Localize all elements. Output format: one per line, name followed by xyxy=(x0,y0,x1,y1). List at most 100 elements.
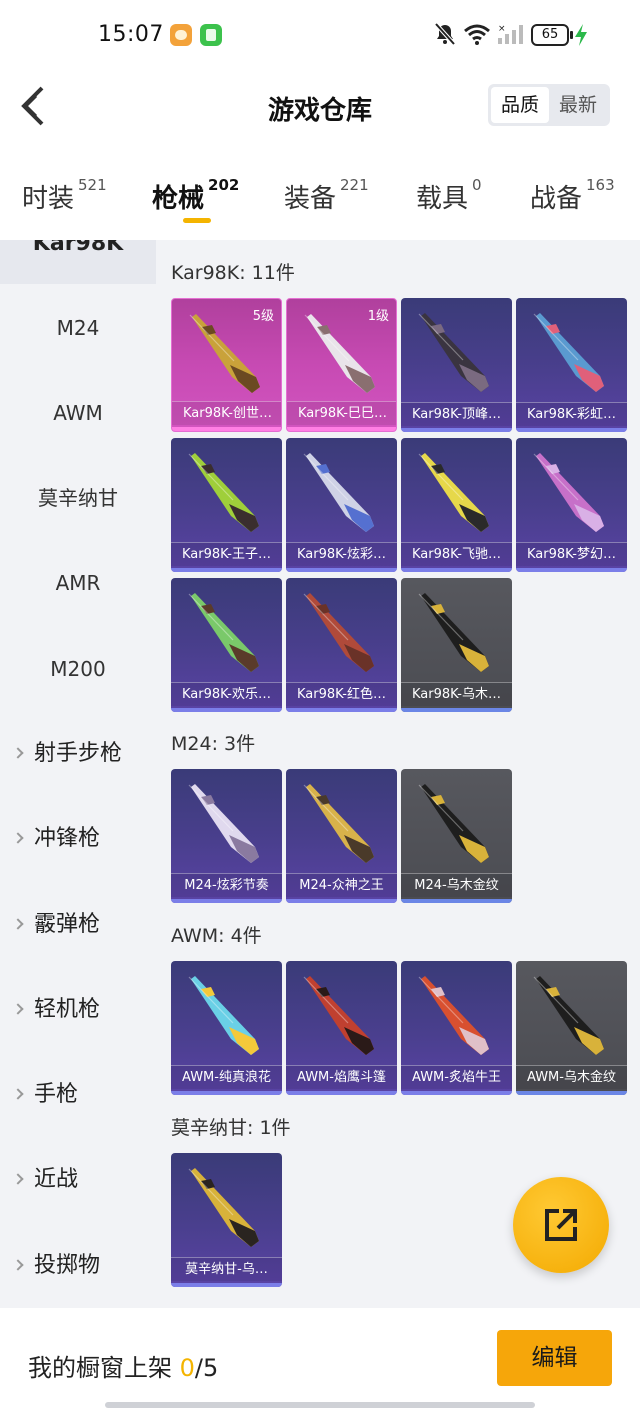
sort-latest-button[interactable]: 最新 xyxy=(549,87,607,123)
message-notification-icon xyxy=(200,24,222,46)
share-external-icon xyxy=(545,1209,577,1241)
rarity-bar xyxy=(171,1283,282,1287)
sidebar-category-lmg[interactable]: 轻机枪 xyxy=(12,988,100,1032)
weapon-skin-card[interactable]: AWM-焰鹰斗篷 xyxy=(286,961,397,1095)
skin-name: Kar98K-红色… xyxy=(286,682,397,706)
rarity-bar xyxy=(171,899,282,903)
weapon-skin-card[interactable]: M24-乌木金纹 xyxy=(401,769,512,903)
header: 游戏仓库 品质 最新 时装 521 枪械 202 装备 221 载具 0 战备 163 xyxy=(0,70,640,240)
rifle-icon xyxy=(533,313,604,392)
weapon-skin-card[interactable]: 莫辛纳甘-乌… xyxy=(171,1153,282,1287)
weapon-sidebar: Kar98K M24 AWM 莫辛纳甘 AMR M200 射手步枪 冲锋枪 霰弹… xyxy=(0,240,156,1308)
weapon-skin-card[interactable]: 5级 Kar98K-创世… xyxy=(171,298,282,432)
skin-name: Kar98K-创世… xyxy=(172,401,281,425)
edit-button[interactable]: 编辑 xyxy=(497,1330,612,1386)
skin-name: AWM-纯真浪花 xyxy=(171,1065,282,1089)
sidebar-item-awm[interactable]: AWM xyxy=(0,391,156,435)
weapon-grid: Kar98K: 11件 5级 Kar98K-创世… 1级 Kar98K-巳巳… Kar98… xyxy=(156,240,640,1308)
mute-bell-icon xyxy=(434,22,456,46)
chevron-right-icon xyxy=(12,832,24,844)
skin-level-badge: 1级 xyxy=(367,309,389,324)
rarity-bar xyxy=(286,1091,397,1095)
rifle-icon xyxy=(418,976,489,1055)
weapon-skin-card[interactable]: Kar98K-王子… xyxy=(171,438,282,572)
category-tabs: 时装 521 枪械 202 装备 221 载具 0 战备 163 xyxy=(0,170,640,230)
weapon-skin-card[interactable]: Kar98K-飞驰… xyxy=(401,438,512,572)
rarity-bar xyxy=(286,708,397,712)
weapon-skin-card[interactable]: AWM-炙焰牛王 xyxy=(401,961,512,1095)
weapon-skin-card[interactable]: 1级 Kar98K-巳巳… xyxy=(286,298,397,432)
rifle-icon xyxy=(533,976,604,1055)
share-float-button[interactable] xyxy=(513,1177,609,1273)
rarity-bar xyxy=(171,568,282,572)
chevron-right-icon xyxy=(12,1003,24,1015)
tab-equipment[interactable]: 装备 221 xyxy=(284,176,369,215)
weapon-skin-card[interactable]: Kar98K-彩虹… xyxy=(516,298,627,432)
status-bar: 15:07 × 65 xyxy=(0,0,640,70)
tab-vehicles[interactable]: 载具 0 xyxy=(416,176,482,215)
rarity-bar xyxy=(401,1091,512,1095)
active-tab-indicator xyxy=(183,218,211,223)
rarity-bar xyxy=(286,568,397,572)
sidebar-item-mosin[interactable]: 莫辛纳甘 xyxy=(0,476,156,520)
sidebar-item-m24[interactable]: M24 xyxy=(0,306,156,350)
sidebar-item-kar98k[interactable]: Kar98K xyxy=(0,240,156,266)
section-title: AWM: 4件 xyxy=(171,925,262,947)
sidebar-category-smg[interactable]: 冲锋枪 xyxy=(12,817,100,861)
skin-name: Kar98K-彩虹… xyxy=(516,402,627,426)
skin-name: M24-众神之王 xyxy=(286,873,397,897)
weapon-skin-card[interactable]: M24-众神之王 xyxy=(286,769,397,903)
rarity-bar xyxy=(516,1091,627,1095)
weapon-skin-card[interactable]: Kar98K-红色… xyxy=(286,578,397,712)
skin-name: Kar98K-王子… xyxy=(171,542,282,566)
sidebar-item-amr[interactable]: AMR xyxy=(0,561,156,605)
sort-toggle: 品质 最新 xyxy=(488,84,610,126)
wifi-icon xyxy=(464,24,490,45)
chevron-right-icon xyxy=(12,1088,24,1100)
app-notification-icon xyxy=(170,24,192,46)
skin-name: Kar98K-炫彩… xyxy=(286,542,397,566)
rifle-icon xyxy=(188,784,259,863)
rarity-bar xyxy=(516,568,627,572)
weapon-skin-card[interactable]: Kar98K-乌木… xyxy=(401,578,512,712)
chevron-right-icon xyxy=(12,1259,24,1271)
skin-name: M24-炫彩节奏 xyxy=(171,873,282,897)
weapon-skin-card[interactable]: Kar98K-炫彩… xyxy=(286,438,397,572)
skin-level-badge: 5级 xyxy=(252,309,274,324)
skin-name: AWM-乌木金纹 xyxy=(516,1065,627,1089)
rifle-icon xyxy=(303,593,374,672)
weapon-skin-card[interactable]: Kar98K-梦幻… xyxy=(516,438,627,572)
weapon-skin-card[interactable]: Kar98K-顶峰… xyxy=(401,298,512,432)
rifle-icon xyxy=(418,784,489,863)
sidebar-category-pistol[interactable]: 手枪 xyxy=(12,1073,78,1117)
signal-icon: × xyxy=(498,24,523,44)
weapon-skin-card[interactable]: Kar98K-欢乐… xyxy=(171,578,282,712)
skin-name: Kar98K-巳巳… xyxy=(287,401,396,425)
skin-name: Kar98K-飞驰… xyxy=(401,542,512,566)
bottom-bar: 我的橱窗上架 0/5 编辑 xyxy=(0,1308,640,1408)
rifle-icon xyxy=(188,593,259,672)
tab-guns[interactable]: 枪械 202 xyxy=(152,176,239,215)
sidebar-category-dmr[interactable]: 射手步枪 xyxy=(12,732,122,776)
tab-outfits[interactable]: 时装 521 xyxy=(22,176,107,215)
sidebar-category-throwable[interactable]: 投掷物 xyxy=(12,1244,100,1288)
weapon-skin-card[interactable]: AWM-纯真浪花 xyxy=(171,961,282,1095)
skin-name: 莫辛纳甘-乌… xyxy=(171,1257,282,1281)
sidebar-item-m200[interactable]: M200 xyxy=(0,647,156,691)
sort-quality-button[interactable]: 品质 xyxy=(491,87,549,123)
skin-name: Kar98K-乌木… xyxy=(401,682,512,706)
showcase-status: 我的橱窗上架 0/5 xyxy=(28,1354,219,1382)
rifle-icon xyxy=(533,453,604,532)
rifle-icon xyxy=(188,453,259,532)
rarity-bar xyxy=(401,899,512,903)
sidebar-category-melee[interactable]: 近战 xyxy=(12,1158,78,1202)
rifle-icon xyxy=(418,453,489,532)
chevron-right-icon xyxy=(12,1173,24,1185)
weapon-skin-card[interactable]: M24-炫彩节奏 xyxy=(171,769,282,903)
tab-supplies[interactable]: 战备 163 xyxy=(530,176,615,215)
sidebar-category-shotgun[interactable]: 霰弹枪 xyxy=(12,903,100,947)
weapon-skin-card[interactable]: AWM-乌木金纹 xyxy=(516,961,627,1095)
skin-name: Kar98K-顶峰… xyxy=(401,402,512,426)
chevron-right-icon xyxy=(12,918,24,930)
skin-name: Kar98K-梦幻… xyxy=(516,542,627,566)
